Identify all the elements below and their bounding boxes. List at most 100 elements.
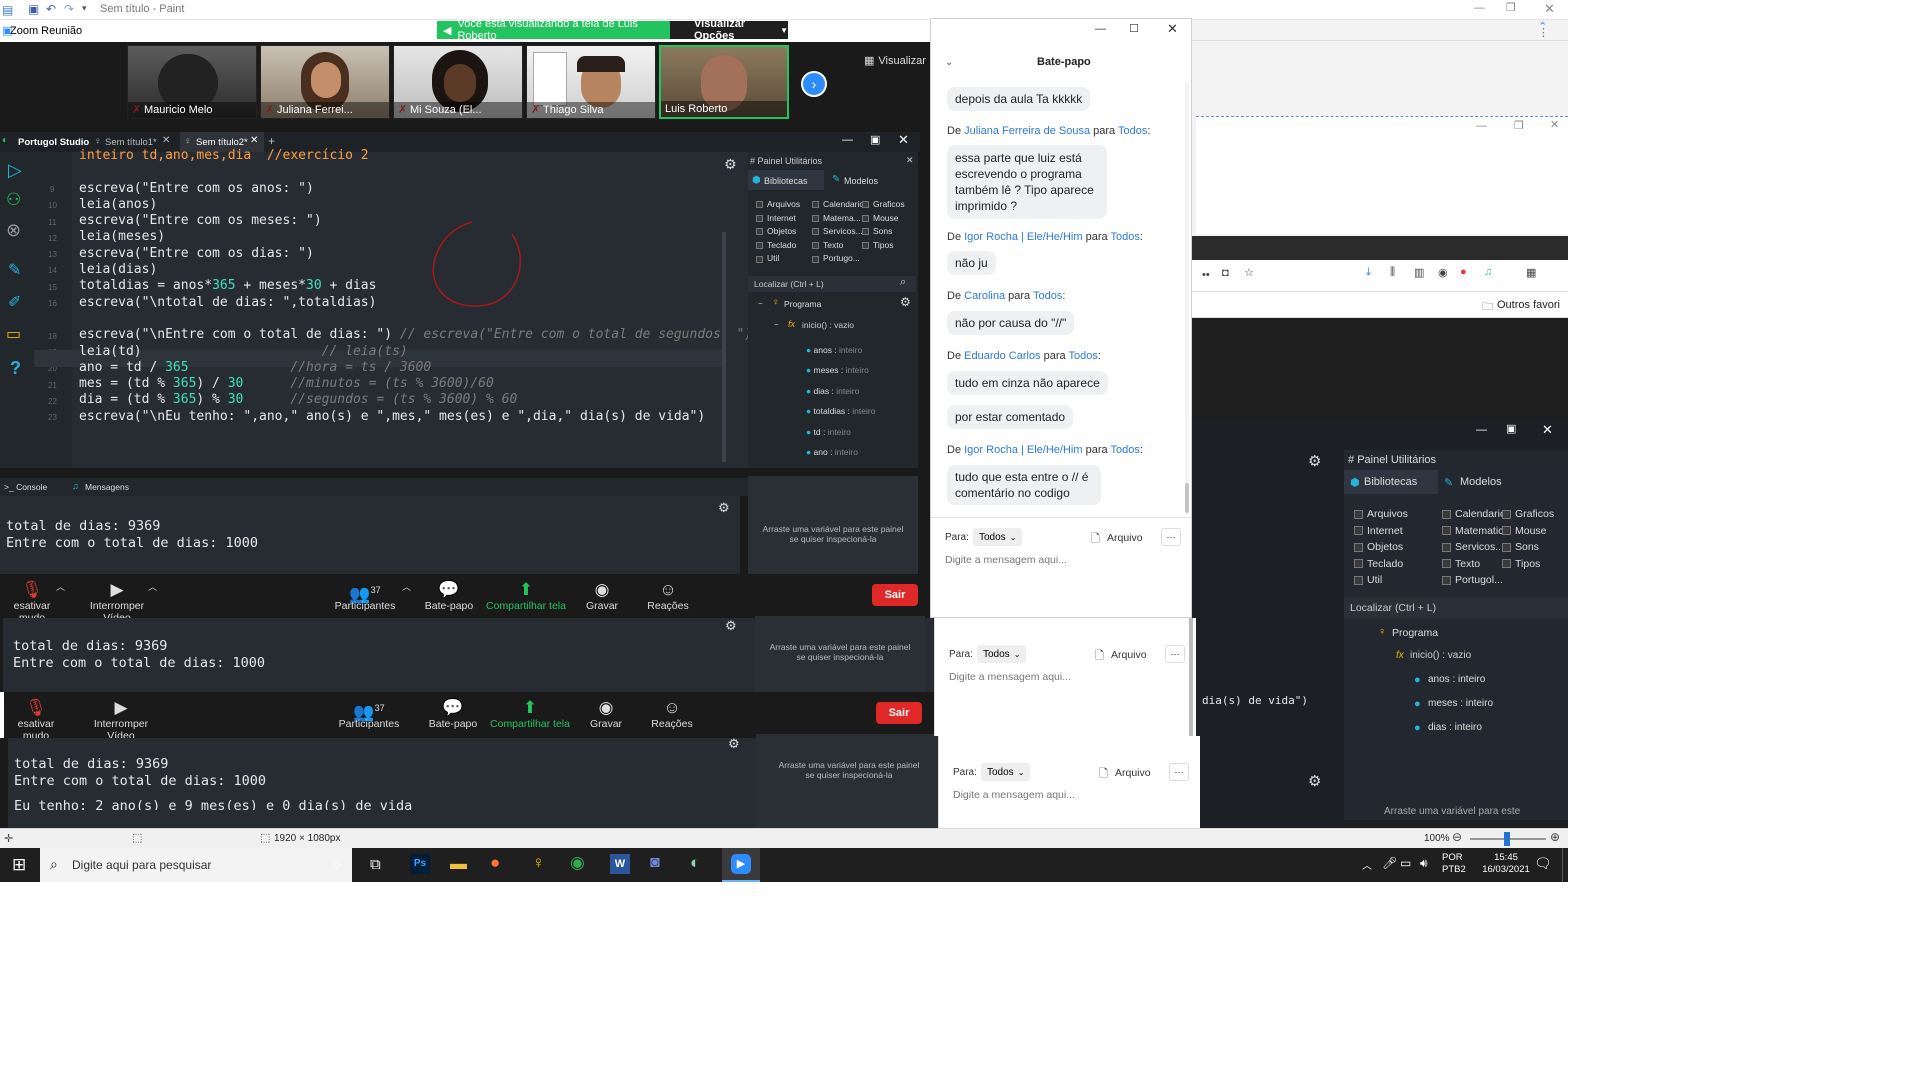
volume-icon[interactable]: 🔊︎ (1420, 856, 1428, 871)
gear-icon[interactable]: ⚙ (1308, 452, 1321, 470)
edit-icon[interactable]: ✐ (8, 292, 21, 312)
chevron-up-icon[interactable]: ︿ (1362, 857, 1372, 872)
file-explorer-icon[interactable]: ▬ (450, 854, 467, 874)
chrome-icon[interactable]: ◉ (570, 853, 585, 873)
console-output[interactable]: total de dias: 9369 Entre com o total de … (0, 496, 740, 574)
maximize-icon[interactable]: ❐ (1514, 119, 1524, 132)
zoom-in-icon[interactable]: ⊕ (1550, 830, 1560, 844)
search-input[interactable]: Localizar (Ctrl + L) (754, 279, 824, 289)
video-button[interactable]: ▶Interromper Vídeo (80, 698, 162, 742)
library-icon[interactable]: ⫼ (1390, 266, 1395, 279)
maximize-icon[interactable]: ❐ (1506, 1, 1516, 14)
minimize-icon[interactable]: — (1474, 2, 1485, 14)
run-icon[interactable]: ▷ (8, 160, 22, 181)
photoshop-icon[interactable]: Ps (410, 854, 430, 874)
task-view-icon[interactable]: ⧉ (370, 856, 381, 873)
save-icon[interactable]: ▣ (28, 2, 39, 16)
windows-start-icon[interactable]: ⊞ (12, 855, 26, 875)
search-input[interactable]: Localizar (Ctrl + L) (1350, 602, 1436, 614)
notifications-icon[interactable]: 🗨︎ (1534, 855, 1552, 872)
adblock-icon[interactable]: ● (1460, 266, 1467, 278)
tab-modelos[interactable]: Modelos (1460, 476, 1502, 488)
close-tab-icon[interactable]: ✕ (162, 135, 170, 146)
gear-icon[interactable]: ⚙ (900, 295, 911, 309)
word-icon[interactable]: W (610, 854, 630, 874)
tree-root[interactable]: Programa (1392, 627, 1438, 639)
stop-icon[interactable]: ⊗ (6, 220, 21, 241)
tab-modelos[interactable]: Modelos (844, 176, 878, 186)
record-button[interactable]: ◉ Gravar (588, 698, 624, 730)
close-icon[interactable]: ✕ (1544, 1, 1555, 17)
collapse-icon[interactable]: − (774, 320, 779, 329)
tab-messages[interactable]: Mensagens (85, 482, 129, 492)
browser-more-icon[interactable]: ⋮ (1538, 26, 1549, 39)
recipient-select[interactable]: Todos ⌄ (981, 763, 1031, 781)
minimize-icon[interactable]: — (1476, 424, 1487, 436)
participants-button[interactable]: 👥37 Participantes (334, 580, 396, 612)
more-icon[interactable]: •• (1202, 269, 1210, 281)
other-favorites[interactable]: Outros favori (1497, 299, 1560, 311)
tree-var[interactable]: meses : inteiro (1428, 698, 1493, 709)
collapse-icon[interactable]: − (758, 299, 763, 308)
tab-file-active[interactable]: Sem título2* (196, 137, 248, 148)
reactions-button[interactable]: ☺ Reações (646, 580, 690, 612)
file-button[interactable]: Arquivo (1107, 532, 1143, 544)
quick-access-dropdown-icon[interactable]: ▾ (82, 3, 87, 14)
undo-icon[interactable]: ↶ (46, 2, 56, 16)
close-icon[interactable]: ✕ (1542, 422, 1553, 438)
cortana-icon[interactable]: ○ (332, 856, 341, 873)
more-options-icon[interactable]: ··· (1169, 763, 1189, 781)
video-tile[interactable]: ✗ Juliana Ferrei... (260, 45, 390, 119)
new-tab-icon[interactable]: + (268, 134, 275, 148)
star-icon[interactable]: ☆ (1244, 266, 1254, 279)
record-button[interactable]: ◉ Gravar (584, 580, 620, 612)
maximize-icon[interactable]: ☐ (1129, 22, 1139, 35)
reactions-button[interactable]: ☺ Reações (650, 698, 694, 730)
tree-function[interactable]: inicio() : vazio (1410, 650, 1471, 661)
next-page-arrow-icon[interactable]: › (801, 71, 827, 97)
reader-icon[interactable]: ▥ (1414, 266, 1424, 279)
music-icon[interactable]: ♫ (1484, 266, 1492, 278)
tree-var[interactable]: dias : inteiro (1428, 722, 1482, 733)
leave-button[interactable]: Sair (876, 702, 922, 724)
search-input[interactable]: Digite aqui para pesquisar (72, 858, 211, 872)
chevron-up-icon[interactable]: ︿ (56, 580, 65, 593)
account-icon[interactable]: ◉ (1438, 266, 1448, 279)
tab-console[interactable]: >_ Console (4, 482, 47, 492)
folder-icon[interactable]: ▭ (6, 324, 21, 344)
download-icon[interactable]: ⤓ (1366, 266, 1371, 279)
close-icon[interactable]: ✕ (1167, 21, 1178, 37)
minimize-icon[interactable]: — (842, 134, 853, 146)
view-button[interactable]: ▦ Visualizar (864, 54, 926, 68)
help-icon[interactable]: ? (10, 358, 21, 379)
gear-icon[interactable]: ⚙ (728, 736, 740, 752)
code-text[interactable]: inteiro td,ano,mes,dia //exercício 2 esc… (79, 148, 752, 425)
recipient-select[interactable]: Todos ⌄ (977, 645, 1027, 663)
scrollbar[interactable] (722, 232, 726, 462)
video-tile[interactable]: ✗ Mi Souza (El... (393, 45, 523, 119)
gear-icon[interactable]: ⚙ (724, 156, 737, 173)
view-options-button[interactable]: Visualizar Opções ▼ (670, 18, 788, 42)
discord-icon[interactable]: ◙ (650, 854, 660, 872)
search-icon[interactable]: ⌕ (900, 276, 906, 289)
tab-bibliotecas[interactable]: Bibliotecas (764, 176, 808, 186)
message-input[interactable]: Digite a mensagem aqui... (949, 671, 1071, 683)
pocket-icon[interactable]: ◘ (1222, 267, 1229, 279)
more-options-icon[interactable]: ··· (1165, 645, 1185, 663)
chevron-up-icon[interactable]: ︿ (148, 580, 157, 593)
mute-button[interactable]: 🎙esativar mudo (4, 698, 68, 742)
redo-icon[interactable]: ↷ (64, 2, 74, 16)
leave-button[interactable]: Sair (872, 584, 918, 606)
zoom-out-icon[interactable]: ⊖ (1452, 830, 1462, 844)
video-tile[interactable]: ✗ Mauricio Melo (127, 45, 257, 119)
tab-bibliotecas[interactable]: Bibliotecas (1364, 476, 1417, 488)
clock[interactable]: 15:45 16/03/2021 (1476, 852, 1536, 876)
pencil-icon[interactable]: ✎ (8, 260, 21, 280)
minimize-icon[interactable]: — (1476, 120, 1487, 132)
maximize-icon[interactable]: ▣ (1506, 422, 1516, 435)
close-icon[interactable]: ✕ (898, 132, 909, 148)
taskbar-search[interactable]: ⌕ Digite aqui para pesquisar (40, 848, 352, 882)
message-input[interactable]: Digite a mensagem aqui... (945, 554, 1067, 566)
participants-button[interactable]: 👥37 Participantes (338, 698, 400, 730)
file-button[interactable]: Arquivo (1115, 767, 1151, 779)
